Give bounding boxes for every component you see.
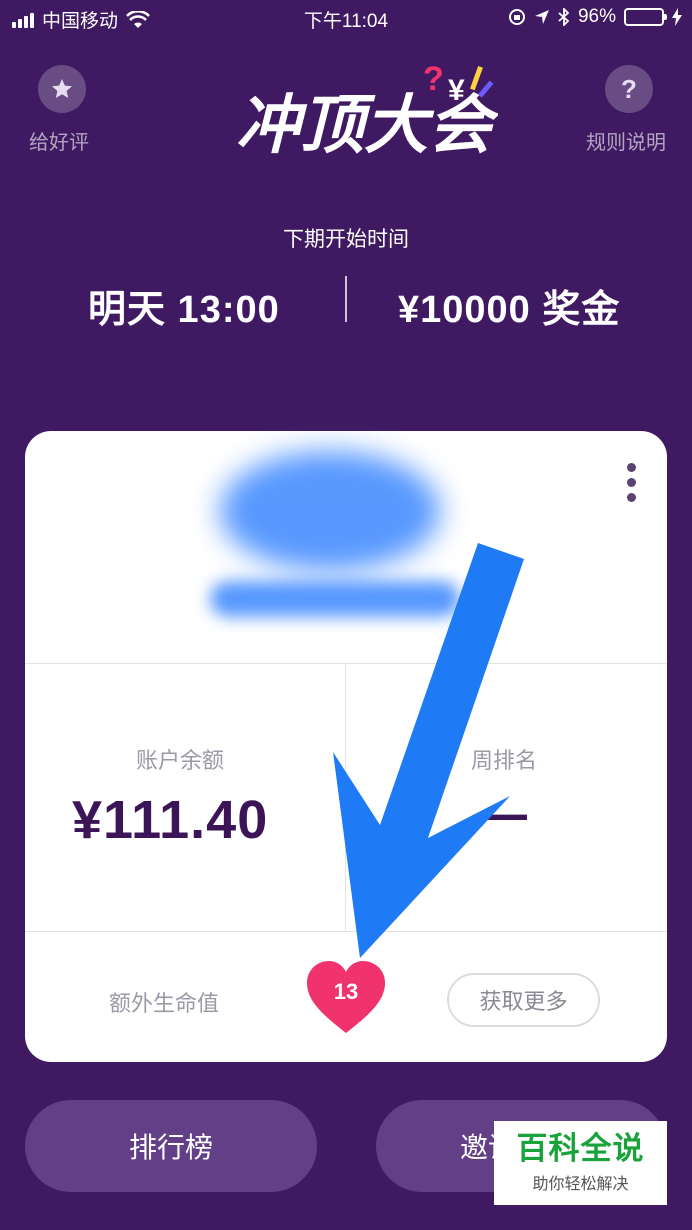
watermark: 百科全说 助你轻松解决 (494, 1121, 667, 1205)
watermark-title: 百科全说 (516, 1130, 645, 1166)
watermark-subtitle: 助你轻松解决 (532, 1176, 629, 1194)
orientation-lock-icon (508, 9, 525, 25)
extra-life-count: 13 (333, 979, 359, 1004)
card-divider-top (25, 663, 667, 664)
balance-label: 账户余额 (136, 748, 225, 773)
star-icon (52, 79, 72, 98)
card-divider-middle (345, 663, 346, 931)
info-divider (345, 276, 347, 322)
next-game-time: 明天 13:00 (88, 289, 280, 331)
redacted-avatar (220, 451, 440, 571)
location-icon (534, 10, 549, 24)
get-more-button[interactable]: 获取更多 (447, 973, 600, 1027)
weekly-rank-value: — (473, 784, 527, 844)
question-icon: ? (621, 73, 637, 104)
battery-percent: 96% (577, 6, 616, 27)
redacted-username (210, 581, 460, 617)
status-right: 96% (508, 6, 682, 28)
rules-button[interactable]: ? (605, 65, 653, 113)
app-logo: 冲顶大会 ? ¥ (236, 60, 498, 161)
weekly-rank-label: 周排名 (471, 748, 538, 773)
rate-button[interactable] (38, 65, 86, 113)
balance-value: ¥111.40 (72, 790, 269, 850)
charging-icon (672, 8, 682, 26)
leaderboard-button[interactable]: 排行榜 (25, 1100, 317, 1192)
svg-text:?: ? (423, 60, 444, 98)
next-game-label: 下期开始时间 (283, 228, 409, 251)
svg-text:¥: ¥ (448, 74, 465, 107)
rules-label[interactable]: 规则说明 (586, 126, 666, 155)
battery-icon (624, 8, 667, 26)
profile-card: 账户余额 ¥111.40 周排名 — 额外生命值 13 获取更多 (25, 431, 667, 1062)
extra-life-label: 额外生命值 (109, 991, 220, 1016)
status-bar: 中国移动 下午11:04 96% (0, 0, 692, 36)
card-divider-bottom (25, 931, 667, 932)
more-options-icon[interactable] (627, 463, 637, 502)
bluetooth-icon (558, 8, 570, 26)
prize-amount: ¥10000 奖金 (398, 289, 621, 331)
rate-label[interactable]: 给好评 (29, 126, 89, 155)
